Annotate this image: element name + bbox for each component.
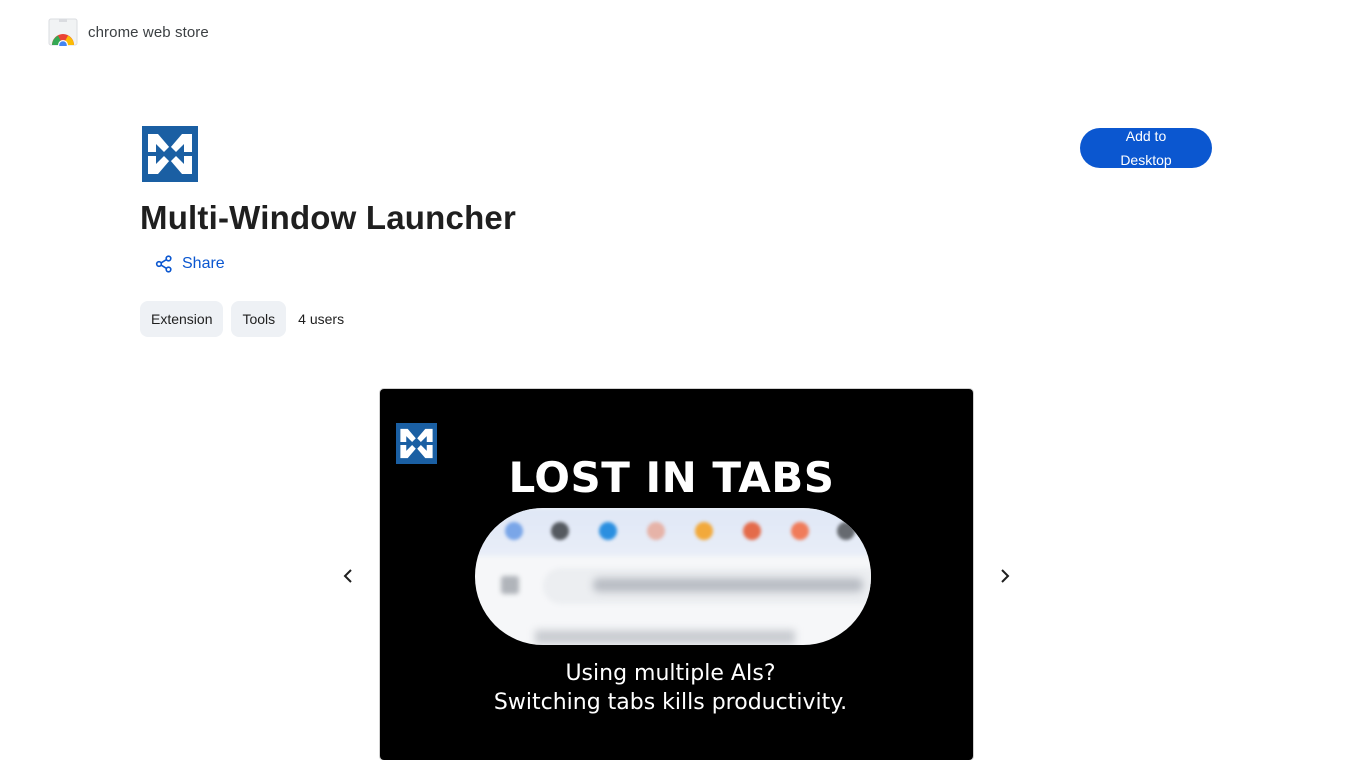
category-chips: Extension Tools 4 users [140,301,344,337]
chevron-left-icon [343,569,352,583]
chrome-web-store-icon [48,18,78,46]
chip-extension[interactable]: Extension [140,301,224,337]
store-header-link[interactable]: chrome web store [48,18,209,46]
add-to-desktop-button[interactable]: Add to Desktop [1080,128,1212,168]
page: chrome web store Multi-Window Launcher S… [0,0,1352,760]
slide-caption: Using multiple AIs? Switching tabs kills… [380,659,961,717]
slide-headline: LOST IN TABS [508,453,835,502]
share-label: Share [182,255,225,272]
slide-caption-line-1: Using multiple AIs? [565,661,776,686]
slide-caption-line-2: Switching tabs kills productivity. [493,690,848,715]
users-count: 4 users [298,311,345,327]
screenshot-slide[interactable]: LOST IN TABS Using multiple AIs? Switchi… [380,389,973,760]
carousel-prev-button[interactable] [334,562,362,590]
share-icon [155,255,172,273]
multi-window-launcher-logo [142,126,198,182]
blurred-browser-image [475,508,871,645]
extension-title: Multi-Window Launcher [140,199,517,236]
chip-tools[interactable]: Tools [231,301,287,337]
share-button[interactable]: Share [150,252,229,276]
chevron-right-icon [1001,569,1010,583]
carousel-next-button[interactable] [991,562,1019,590]
store-name: chrome web store [88,23,209,41]
